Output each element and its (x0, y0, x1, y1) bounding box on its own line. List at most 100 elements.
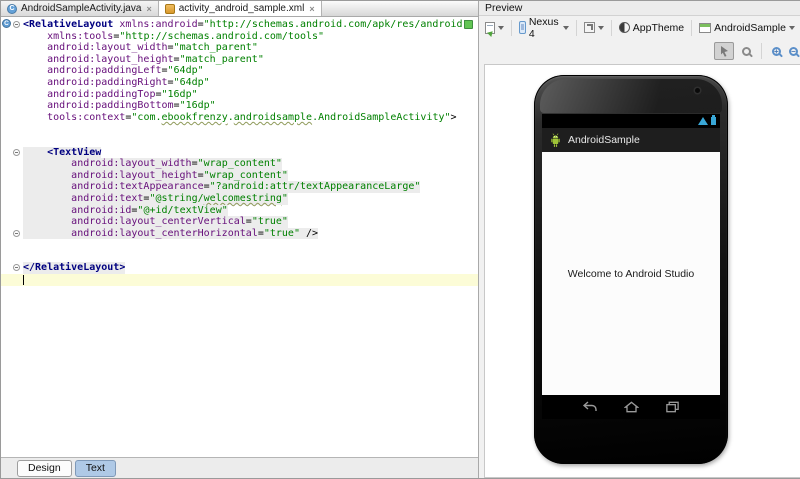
gutter (1, 65, 23, 77)
front-camera-dot (695, 88, 700, 93)
code-line[interactable]: <TextView (1, 146, 478, 159)
gutter (1, 112, 23, 124)
tab-text[interactable]: Text (74, 459, 116, 477)
preview-header: Preview ⚙ ⇥ (479, 1, 800, 16)
code-line[interactable]: android:text="@string/welcomestring" (1, 192, 478, 205)
app-content: Welcome to Android Studio (542, 152, 720, 395)
inspection-status-indicator[interactable] (464, 20, 473, 29)
gutter (1, 123, 23, 135)
code-line[interactable]: tools:context="com.ebookfrenzy.androidsa… (1, 112, 478, 124)
gutter (1, 216, 23, 228)
tab-design[interactable]: Design (17, 459, 72, 477)
separator (511, 19, 512, 36)
code-line[interactable]: android:textAppearance="?android:attr/te… (1, 181, 478, 193)
code-line[interactable]: android:id="@+id/textView" (1, 204, 478, 217)
gutter (1, 239, 23, 251)
code-line[interactable]: android:layout_centerVertical="true" (1, 216, 478, 228)
tab-label: AndroidSampleActivity.java (21, 3, 142, 14)
chevron-down-icon (562, 26, 569, 33)
text-caret (23, 275, 24, 286)
java-class-icon (7, 3, 17, 14)
code-line[interactable]: android:paddingBottom="16dp" (1, 100, 478, 112)
preview-title: Preview (485, 2, 523, 14)
fold-marker-icon[interactable] (13, 264, 20, 272)
code-line[interactable] (1, 135, 478, 147)
pan-tool-button[interactable] (713, 42, 734, 60)
chevron-down-icon (788, 26, 795, 33)
nexus4-device-frame: AndroidSample Welcome to Android Studio (534, 75, 728, 464)
fold-marker-icon[interactable] (13, 21, 20, 28)
code-line[interactable]: android:layout_height="wrap_content" (1, 169, 478, 182)
code-line[interactable]: android:paddingLeft="64dp" (1, 65, 478, 77)
gutter (1, 54, 23, 66)
back-icon (582, 401, 597, 411)
device-icon (519, 21, 526, 34)
related-class-gutter-icon[interactable] (2, 19, 11, 28)
activity-icon (699, 22, 712, 33)
xml-file-icon (164, 3, 175, 14)
close-icon[interactable]: × (308, 4, 314, 14)
preview-canvas[interactable]: AndroidSample Welcome to Android Studio (484, 64, 800, 478)
theme-icon (618, 22, 630, 33)
code-line[interactable]: android:layout_centerHorizontal="true" /… (1, 227, 478, 240)
code-line[interactable]: </RelativeLayout> (1, 262, 478, 275)
recents-icon (666, 401, 679, 413)
code-line[interactable]: android:paddingTop="16dp" (1, 89, 478, 101)
xml-editor[interactable]: <RelativeLayout xmlns:android="http://sc… (1, 17, 478, 457)
separator (575, 19, 577, 36)
zoom-out-icon[interactable]: − (788, 46, 798, 56)
chevron-down-icon (597, 26, 604, 33)
code-line[interactable]: android:layout_width="match_parent" (1, 42, 478, 54)
code-line[interactable]: android:layout_width="wrap_content" (1, 158, 478, 170)
separator (760, 43, 762, 59)
device-picker-button[interactable]: Nexus 4 (517, 15, 571, 41)
device-glass (540, 79, 722, 113)
actual-size-icon[interactable] (741, 46, 751, 56)
tab-activity-android-sample-xml[interactable]: activity_android_sample.xml × (158, 1, 322, 16)
configuration-icon (485, 21, 495, 34)
pointer-icon (720, 45, 728, 57)
configuration-picker-button[interactable] (483, 21, 506, 35)
zoom-in-icon[interactable]: + (771, 46, 781, 56)
gutter (1, 181, 23, 193)
app-title: AndroidSample (568, 134, 640, 146)
wifi-icon (698, 117, 708, 125)
code-line[interactable]: android:layout_height="match_parent" (1, 54, 478, 66)
close-icon[interactable]: × (145, 4, 151, 14)
code-line[interactable] (1, 274, 478, 286)
fold-marker-icon[interactable] (13, 229, 20, 237)
android-studio-window: AndroidSampleActivity.java × activity_an… (0, 0, 800, 479)
activity-label: AndroidSample (714, 21, 786, 34)
activity-picker-button[interactable]: AndroidSample (697, 21, 797, 35)
tab-label: activity_android_sample.xml (178, 3, 305, 14)
welcome-text: Welcome to Android Studio (567, 267, 695, 280)
gutter (1, 158, 23, 170)
gutter (1, 274, 23, 286)
tab-androidsampleactivity-java[interactable]: AndroidSampleActivity.java × (1, 1, 159, 16)
device-label: Nexus 4 (528, 15, 559, 40)
code-line[interactable]: xmlns:tools="http://schemas.android.com/… (1, 31, 478, 43)
gutter (1, 77, 23, 89)
separator (691, 19, 693, 36)
code-line[interactable]: <RelativeLayout xmlns:android="http://sc… (1, 19, 478, 31)
navigation-bar (542, 395, 720, 419)
gutter (1, 89, 23, 101)
editor-tab-bar: AndroidSampleActivity.java × activity_an… (1, 1, 478, 17)
theme-picker-button[interactable]: AppTheme (617, 21, 686, 35)
orientation-picker-button[interactable] (582, 21, 606, 34)
code-line[interactable] (1, 239, 478, 251)
gutter (1, 205, 23, 217)
preview-zoom-toolbar: + − ↻ ⚙ (479, 39, 800, 63)
preview-config-toolbar: Nexus 4 AppTheme AndroidSample (479, 15, 800, 41)
gutter (1, 170, 23, 182)
home-icon (624, 401, 639, 413)
code-line[interactable] (1, 123, 478, 135)
gutter (1, 135, 23, 147)
gutter (1, 42, 23, 54)
code-area[interactable]: <RelativeLayout xmlns:android="http://sc… (1, 19, 478, 286)
editor-mode-tabs: Design Text (1, 457, 478, 478)
theme-label: AppTheme (632, 21, 685, 34)
code-line[interactable]: android:paddingRight="64dp" (1, 77, 478, 89)
code-line[interactable] (1, 251, 478, 263)
fold-marker-icon[interactable] (13, 148, 20, 156)
